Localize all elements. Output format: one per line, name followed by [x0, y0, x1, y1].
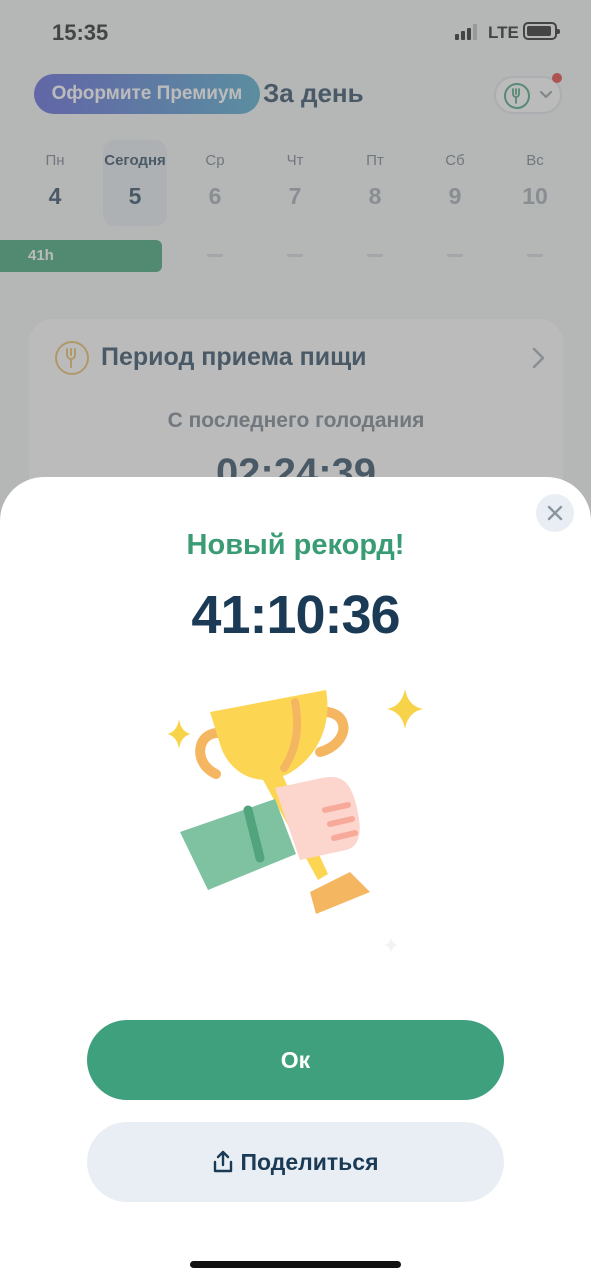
share-label: Поделиться: [240, 1148, 379, 1175]
home-indicator: [190, 1261, 401, 1268]
screen: 15:35 LTE Оформите Премиум За день Пн 4 …: [0, 0, 591, 1280]
ok-button[interactable]: Ок: [87, 1020, 504, 1100]
record-time: 41:10:36: [191, 585, 400, 645]
record-sheet: Новый рекорд! 41:10:36 Ок Поделиться: [0, 477, 591, 1280]
share-icon: [214, 1150, 233, 1173]
trophy-hand-illustration: [167, 689, 423, 953]
share-button[interactable]: Поделиться: [87, 1122, 504, 1202]
record-title: Новый рекорд!: [186, 529, 405, 561]
close-button[interactable]: [536, 494, 574, 532]
close-icon: [547, 505, 563, 521]
